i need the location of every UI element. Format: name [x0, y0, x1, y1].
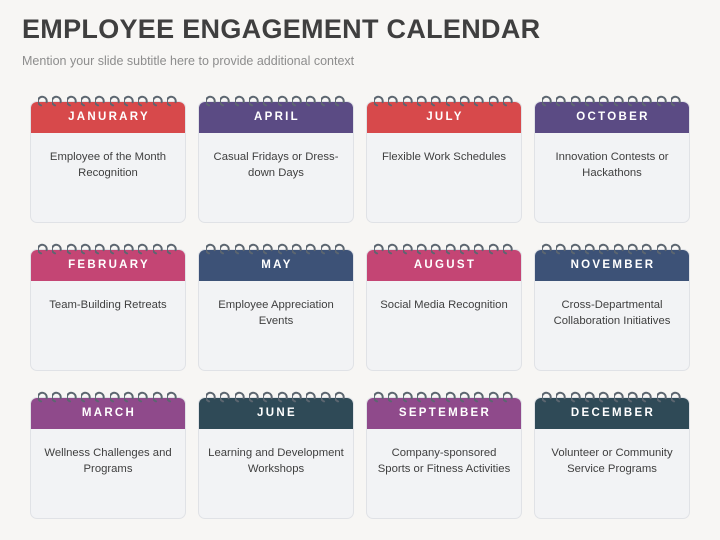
calendar-card-body: JULY Flexible Work Schedules	[366, 101, 522, 223]
activity-text: Wellness Challenges and Programs	[44, 447, 172, 476]
activity-text-container: Casual Fridays or Dress-down Days	[199, 133, 353, 222]
month-label: NOVEMBER	[570, 258, 656, 271]
month-label: JANURARY	[68, 110, 150, 123]
calendar-card-body: JANURARY Employee of the Month Recognitio…	[30, 101, 186, 223]
slide-header: EMPLOYEE ENGAGEMENT CALENDAR Mention you…	[0, 0, 720, 69]
calendar-card-march[interactable]: MARCH Wellness Challenges and Programs	[30, 388, 186, 519]
calendar-card-august[interactable]: AUGUST Social Media Recognition	[366, 240, 522, 371]
calendar-card-may[interactable]: MAY Employee Appreciation Events	[198, 240, 354, 371]
activity-text: Team-Building Retreats	[49, 299, 167, 311]
calendar-card-february[interactable]: FEBRUARY Team-Building Retreats	[30, 240, 186, 371]
activity-text-container: Social Media Recognition	[367, 281, 521, 370]
calendar-card-body: DECEMBER Volunteer or Community Service P…	[534, 397, 690, 519]
calendar-card-body: OCTOBER Innovation Contests or Hackathons	[534, 101, 690, 223]
activity-text-container: Team-Building Retreats	[31, 281, 185, 370]
activity-text: Employee Appreciation Events	[218, 299, 334, 328]
activity-text: Learning and Development Workshops	[208, 447, 344, 476]
calendar-grid: JANURARY Employee of the Month Recognitio…	[30, 92, 692, 519]
activity-text-container: Company-sponsored Sports or Fitness Acti…	[367, 429, 521, 518]
calendar-card-april[interactable]: APRIL Casual Fridays or Dress-down Days	[198, 92, 354, 223]
calendar-card-october[interactable]: OCTOBER Innovation Contests or Hackathons	[534, 92, 690, 223]
activity-text-container: Volunteer or Community Service Programs	[535, 429, 689, 518]
calendar-card-november[interactable]: NOVEMBER Cross-Departmental Collaboration…	[534, 240, 690, 371]
month-label: JUNE	[257, 406, 297, 419]
month-label: DECEMBER	[570, 406, 656, 419]
calendar-card-december[interactable]: DECEMBER Volunteer or Community Service P…	[534, 388, 690, 519]
activity-text-container: Wellness Challenges and Programs	[31, 429, 185, 518]
activity-text: Company-sponsored Sports or Fitness Acti…	[377, 447, 511, 476]
calendar-card-july[interactable]: JULY Flexible Work Schedules	[366, 92, 522, 223]
calendar-card-body: JUNE Learning and Development Workshops	[198, 397, 354, 519]
calendar-card-header: MAY	[199, 250, 353, 281]
calendar-card-header: APRIL	[199, 102, 353, 133]
calendar-card-body: AUGUST Social Media Recognition	[366, 249, 522, 371]
activity-text: Volunteer or Community Service Programs	[551, 447, 673, 476]
slide: EMPLOYEE ENGAGEMENT CALENDAR Mention you…	[0, 0, 720, 540]
calendar-card-header: MARCH	[31, 398, 185, 429]
calendar-card-header: OCTOBER	[535, 102, 689, 133]
activity-text: Employee of the Month Recognition	[49, 151, 167, 180]
month-label: APRIL	[254, 110, 300, 123]
month-label: SEPTEMBER	[398, 406, 492, 419]
month-label: FEBRUARY	[68, 258, 150, 271]
calendar-card-header: SEPTEMBER	[367, 398, 521, 429]
page-subtitle: Mention your slide subtitle here to prov…	[22, 54, 355, 69]
calendar-card-header: JULY	[367, 102, 521, 133]
calendar-card-header: JANURARY	[31, 102, 185, 133]
calendar-card-header: AUGUST	[367, 250, 521, 281]
calendar-card-janurary[interactable]: JANURARY Employee of the Month Recognitio…	[30, 92, 186, 223]
calendar-card-september[interactable]: SEPTEMBER Company-sponsored Sports or Fit…	[366, 388, 522, 519]
calendar-card-body: SEPTEMBER Company-sponsored Sports or Fit…	[366, 397, 522, 519]
calendar-card-body: FEBRUARY Team-Building Retreats	[30, 249, 186, 371]
activity-text-container: Learning and Development Workshops	[199, 429, 353, 518]
activity-text-container: Employee of the Month Recognition	[31, 133, 185, 222]
activity-text: Flexible Work Schedules	[381, 151, 507, 163]
activity-text: Innovation Contests or Hackathons	[555, 151, 669, 180]
activity-text-container: Cross-Departmental Collaboration Initiat…	[535, 281, 689, 370]
activity-text-container: Employee Appreciation Events	[199, 281, 353, 370]
activity-text: Cross-Departmental Collaboration Initiat…	[553, 299, 671, 328]
month-label: MAY	[261, 258, 293, 271]
calendar-card-header: NOVEMBER	[535, 250, 689, 281]
month-label: AUGUST	[413, 258, 477, 271]
calendar-card-header: DECEMBER	[535, 398, 689, 429]
calendar-card-header: JUNE	[199, 398, 353, 429]
calendar-card-body: NOVEMBER Cross-Departmental Collaboration…	[534, 249, 690, 371]
month-label: JULY	[426, 110, 464, 123]
activity-text: Social Media Recognition	[380, 299, 508, 311]
calendar-card-header: FEBRUARY	[31, 250, 185, 281]
activity-text-container: Flexible Work Schedules	[367, 133, 521, 222]
calendar-card-june[interactable]: JUNE Learning and Development Workshops	[198, 388, 354, 519]
month-label: OCTOBER	[576, 110, 650, 123]
activity-text: Casual Fridays or Dress-down Days	[213, 151, 339, 180]
page-title: EMPLOYEE ENGAGEMENT CALENDAR	[22, 14, 541, 44]
activity-text-container: Innovation Contests or Hackathons	[535, 133, 689, 222]
calendar-card-body: MAY Employee Appreciation Events	[198, 249, 354, 371]
calendar-card-body: APRIL Casual Fridays or Dress-down Days	[198, 101, 354, 223]
calendar-card-body: MARCH Wellness Challenges and Programs	[30, 397, 186, 519]
month-label: MARCH	[81, 406, 137, 419]
